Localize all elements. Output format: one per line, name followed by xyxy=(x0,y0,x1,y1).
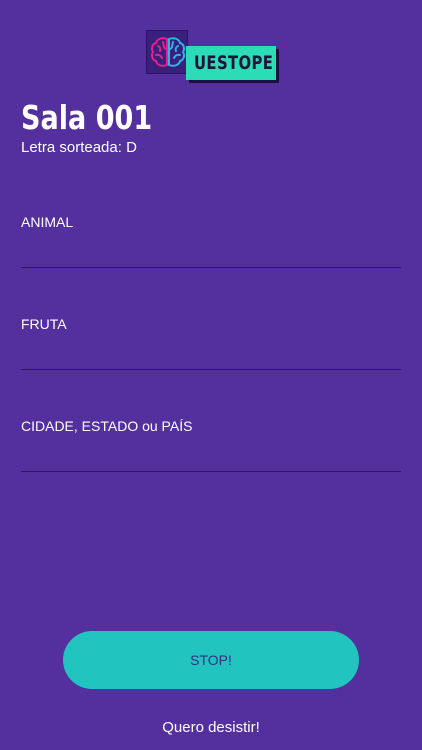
app-logo: UESTOPE xyxy=(146,29,278,83)
stop-button[interactable]: STOP! xyxy=(63,631,359,689)
field-cidade: CIDADE, ESTADO ou PAÍS xyxy=(21,417,401,475)
field-label-animal: ANIMAL xyxy=(21,214,74,230)
drawn-letter: Letra sorteada: D xyxy=(21,139,137,156)
field-label-fruta: FRUTA xyxy=(21,316,67,332)
fruta-input[interactable] xyxy=(21,339,401,370)
quit-link[interactable]: Quero desistir! xyxy=(0,718,422,738)
animal-input[interactable] xyxy=(21,237,401,268)
field-label-cidade: CIDADE, ESTADO ou PAÍS xyxy=(21,418,193,434)
field-animal: ANIMAL xyxy=(21,213,401,271)
brain-icon xyxy=(146,30,188,74)
logo-wordmark: UESTOPE xyxy=(186,46,276,80)
field-fruta: FRUTA xyxy=(21,315,401,373)
room-title: Sala 001 xyxy=(21,98,153,137)
cidade-input[interactable] xyxy=(21,441,401,472)
logo-text: UESTOPE xyxy=(194,52,274,74)
